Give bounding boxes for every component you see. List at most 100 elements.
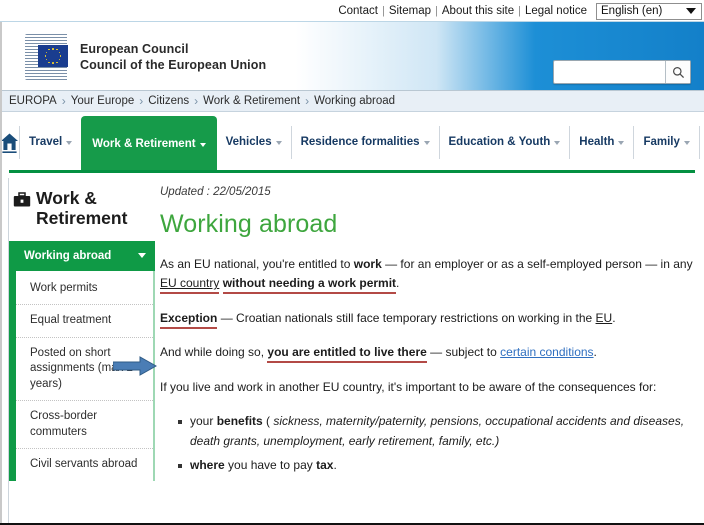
paragraph-exception: Exception — Croatian nationals still fac… bbox=[160, 309, 698, 328]
breadcrumb-item-europa[interactable]: EUROPA bbox=[9, 95, 57, 107]
org-name-line1: European Council bbox=[80, 41, 189, 56]
language-selector[interactable]: English (en) bbox=[596, 2, 702, 20]
breadcrumb-separator-icon: › bbox=[194, 94, 199, 108]
bullet1-bold-benefits: benefits bbox=[216, 414, 263, 429]
top-links: Contact | Sitemap | About this site | Le… bbox=[334, 2, 702, 20]
nav-item-consumers[interactable]: Consumers bbox=[700, 112, 704, 173]
nav-item-education-youth[interactable]: Education & Youth bbox=[440, 112, 570, 173]
sidebar: Work & Retirement Working abroad Work pe… bbox=[9, 188, 155, 481]
breadcrumb-item-work-retirement[interactable]: Work & Retirement bbox=[203, 95, 300, 107]
p1-text-f: . bbox=[396, 276, 400, 291]
p1-text-a: As an EU national, you're entitled to bbox=[160, 257, 354, 271]
list-item: your benefits ( sickness, maternity/pate… bbox=[178, 412, 698, 451]
updated-date: Updated : 22/05/2015 bbox=[160, 186, 271, 198]
breadcrumb-separator-icon: › bbox=[139, 94, 144, 108]
p3-bold-live-there: you are entitled to live there bbox=[267, 345, 427, 360]
sidebar-section-label: Working abroad bbox=[24, 249, 112, 262]
nav-item-health[interactable]: Health bbox=[570, 112, 633, 173]
p3-text-a: And while doing so, bbox=[160, 345, 268, 360]
consequences-list: your benefits ( sickness, maternity/pate… bbox=[178, 412, 698, 475]
paragraph-entitled-to-live: And while doing so, you are entitled to … bbox=[160, 343, 698, 362]
p2-text: — Croatian nationals still face temporar… bbox=[217, 310, 596, 325]
breadcrumb-separator-icon: › bbox=[61, 94, 66, 108]
chevron-down-icon bbox=[138, 253, 146, 259]
paragraph-consequences: If you live and work in another EU count… bbox=[160, 379, 657, 394]
chevron-down-icon bbox=[66, 140, 73, 145]
nav-item-work-retirement[interactable]: Work & Retirement bbox=[81, 116, 217, 173]
page-body: Work & Retirement Working abroad Work pe… bbox=[0, 178, 704, 525]
bullet2-bold-where: where bbox=[190, 458, 225, 473]
sidebar-section-working-abroad[interactable]: Working abroad bbox=[16, 240, 155, 271]
p2-bold-exception: Exception bbox=[160, 310, 218, 325]
page-title: Working abroad bbox=[160, 210, 338, 238]
sidebar-item-work-permits[interactable]: Work permits bbox=[16, 271, 153, 305]
search-box[interactable] bbox=[553, 60, 691, 84]
eu-flag-logo bbox=[22, 33, 70, 81]
eu-stars bbox=[38, 45, 68, 67]
paragraph-entitled-to-work: As an EU national, you're entitled to wo… bbox=[160, 255, 698, 294]
chevron-down-icon bbox=[683, 140, 690, 145]
site-logo[interactable]: European Council Council of the European… bbox=[22, 31, 277, 83]
nav-item-label: Education & Youth bbox=[448, 135, 551, 148]
link-eu-country[interactable]: EU country bbox=[160, 276, 219, 290]
nav-item-label: Family bbox=[643, 135, 680, 148]
nav-item-label: Vehicles bbox=[225, 135, 272, 148]
p3-text-b: — subject to bbox=[426, 345, 501, 360]
window-frame-left bbox=[0, 22, 2, 525]
nav-home-button[interactable] bbox=[0, 112, 19, 173]
search-button[interactable] bbox=[665, 61, 690, 83]
sidebar-title: Work & Retirement bbox=[9, 188, 155, 229]
bullet2-end: . bbox=[333, 458, 337, 473]
p1-bold-without-permit: without needing a work permit bbox=[222, 276, 397, 291]
chevron-down-icon bbox=[554, 140, 561, 145]
link-contact[interactable]: Contact bbox=[334, 5, 382, 17]
breadcrumb-item-your-europe[interactable]: Your Europe bbox=[71, 95, 135, 107]
bullet1-lead: your bbox=[190, 414, 217, 429]
link-certain-conditions[interactable]: certain conditions bbox=[500, 345, 593, 359]
chevron-down-icon bbox=[275, 140, 282, 145]
search-icon bbox=[672, 66, 684, 78]
nav-item-residence-formalities[interactable]: Residence formalities bbox=[292, 112, 439, 173]
main-content: Updated : 22/05/2015 Working abroad As a… bbox=[158, 186, 698, 481]
nav-item-travel[interactable]: Travel bbox=[20, 112, 81, 173]
breadcrumb-item-citizens[interactable]: Citizens bbox=[148, 95, 189, 107]
site-logo-text: European Council Council of the European… bbox=[80, 41, 266, 74]
chevron-down-icon bbox=[199, 142, 206, 147]
nav-item-label: Travel bbox=[29, 135, 63, 148]
p3-end: . bbox=[593, 345, 597, 360]
top-utility-bar: Contact | Sitemap | About this site | Le… bbox=[0, 0, 704, 22]
search-input[interactable] bbox=[554, 61, 665, 83]
sidebar-item-equal-treatment[interactable]: Equal treatment bbox=[16, 304, 153, 337]
nav-item-label: Work & Retirement bbox=[92, 137, 196, 150]
bullet2-mid: you have to pay bbox=[224, 458, 317, 473]
breadcrumb-separator-icon: › bbox=[305, 94, 310, 108]
page-root: Contact | Sitemap | About this site | Le… bbox=[0, 0, 704, 525]
briefcase-icon bbox=[13, 192, 31, 207]
nav-item-family[interactable]: Family bbox=[634, 112, 698, 173]
right-arrow-annotation bbox=[113, 356, 157, 376]
eu-flag bbox=[38, 45, 68, 67]
p1-bold-work: work bbox=[353, 257, 382, 271]
list-item: where you have to pay tax. bbox=[178, 456, 698, 475]
bullet1-rest: ( bbox=[262, 414, 274, 429]
link-legal-notice[interactable]: Legal notice bbox=[521, 5, 591, 17]
p2-end: . bbox=[612, 310, 616, 325]
chevron-down-icon bbox=[423, 140, 430, 145]
sidebar-item-cross-border-commuters[interactable]: Cross-border commuters bbox=[16, 400, 153, 448]
bullet2-bold-tax: tax bbox=[316, 458, 334, 473]
breadcrumb-item-working-abroad[interactable]: Working abroad bbox=[314, 95, 395, 107]
sidebar-item-civil-servants-abroad[interactable]: Civil servants abroad bbox=[16, 448, 153, 481]
nav-item-label: Residence formalities bbox=[300, 135, 420, 148]
nav-item-vehicles[interactable]: Vehicles bbox=[217, 112, 291, 173]
chevron-down-icon bbox=[686, 8, 696, 14]
sidebar-title-label: Work & Retirement bbox=[36, 188, 128, 229]
nav-underline bbox=[9, 170, 695, 173]
site-header: European Council Council of the European… bbox=[0, 22, 704, 91]
org-name-line2: Council of the European Union bbox=[80, 58, 267, 72]
link-eu[interactable]: EU bbox=[596, 311, 613, 325]
link-about-this-site[interactable]: About this site bbox=[438, 5, 518, 17]
chevron-down-icon bbox=[618, 140, 625, 145]
link-sitemap[interactable]: Sitemap bbox=[385, 5, 435, 17]
language-selector-value: English (en) bbox=[601, 5, 663, 17]
main-navigation: Travel Work & Retirement Vehicles Reside… bbox=[0, 112, 704, 175]
